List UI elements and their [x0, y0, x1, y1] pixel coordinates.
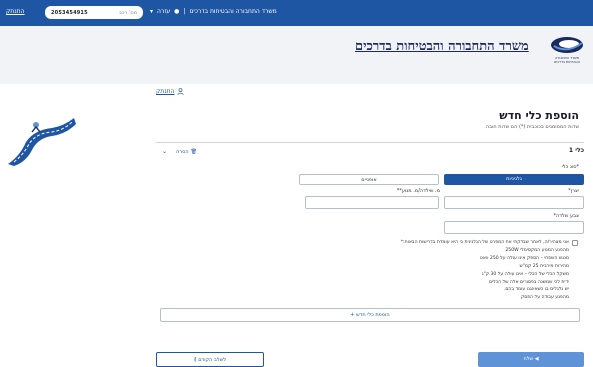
divider: | — [183, 8, 186, 15]
top-bar: התנתק מס' רכב 2053454915 משרד התחבורה וה… — [0, 0, 593, 26]
agreement-line: משקל הכלי של הכלי – אינו עולה על 30 ק"ג — [481, 271, 569, 277]
trash-icon: 🗑 — [190, 149, 197, 155]
help-icon: ● — [174, 8, 180, 15]
type-option-bicycle[interactable]: אופניים — [299, 174, 439, 185]
vehicle-search-input[interactable]: מס' רכב 2053454915 — [45, 6, 143, 19]
user-link-label[interactable]: התנתק — [156, 88, 174, 95]
agreement-line: מהירות מירבית 25 קמ"ש — [519, 263, 569, 269]
top-nav: משרד התחבורה והבטיחות בדרכים | ● עזרה ▾ — [150, 8, 277, 15]
manufacturer-label: יצרן* — [568, 188, 579, 194]
add-vehicle-button[interactable]: + הוספת כלי חדש — [160, 308, 580, 322]
frame-color-input[interactable] — [444, 221, 584, 234]
nav-help[interactable]: עזרה — [157, 8, 170, 15]
frame-color-label: צבע שלדה* — [553, 213, 579, 219]
page-title: הוספת כלי חדש — [499, 109, 579, 122]
agreement-header: אני מצהיר/ה, לאחר שבדקתי את המפרט של הגל… — [400, 240, 569, 245]
agreement-checkbox[interactable] — [572, 240, 578, 246]
agreement-line: מהפנע עבודה על הפסק — [521, 295, 569, 301]
frame-number-input[interactable] — [305, 196, 439, 209]
agreement-line: מהפנע המנוע המקסימלי 250W — [505, 247, 569, 253]
manufacturer-input[interactable] — [444, 196, 584, 209]
header-band — [0, 26, 593, 84]
user-icon — [177, 88, 185, 95]
search-value: 2053454915 — [51, 9, 88, 16]
page-subtitle: שדות המסומנים בכוכבית (*) הם שדות חובה — [485, 124, 579, 130]
user-area[interactable]: התנתק — [156, 88, 185, 95]
ministry-logo-title: משרד התחבורה והבטיחות בדרכים — [355, 39, 529, 54]
road-illustration — [8, 118, 76, 166]
agreement-line: יש גלגלים בו כשאינגנו עומד בהם. — [503, 287, 569, 293]
chevron-down-icon: ▾ — [150, 8, 154, 15]
remove-label: הסרה — [176, 149, 189, 155]
frame-number-label: מ. שילדה/מ. מנוע** — [396, 188, 440, 194]
search-placeholder: מס' רכב — [119, 9, 137, 16]
logo-subtitle: משרד התחבורה והבטיחות בדרכים — [554, 56, 580, 64]
agreement-line: מנגש השפחי – הספק אינו עולה על 250 וואט — [479, 255, 569, 261]
remove-vehicle-button[interactable]: הסרה 🗑 — [176, 149, 197, 155]
agreement-line: ידית לכי שמשנה בפסורים אלה של הכלים — [489, 279, 569, 285]
type-option-ebike[interactable]: גלגיניות — [444, 174, 584, 185]
vehicle-title: כלי 1 — [568, 147, 584, 154]
vehicle-type-label: סוג כלי* — [561, 164, 579, 170]
nav-ministry[interactable]: משרד התחבורה והבטיחות בדרכים — [189, 8, 276, 15]
vehicle-card-header: כלי 1 הסרה 🗑 ⌄ — [156, 147, 584, 159]
submit-button[interactable]: שלח ◀ — [478, 352, 584, 367]
agreement-text: אני מצהיר/ה, לאחר שבדקתי את המפרט של הגל… — [289, 239, 569, 302]
chevron-down-icon[interactable]: ⌄ — [162, 148, 167, 155]
logout-link[interactable]: התנתק — [6, 8, 24, 15]
back-button[interactable]: ⟪ לשלב הקודם — [156, 352, 264, 367]
